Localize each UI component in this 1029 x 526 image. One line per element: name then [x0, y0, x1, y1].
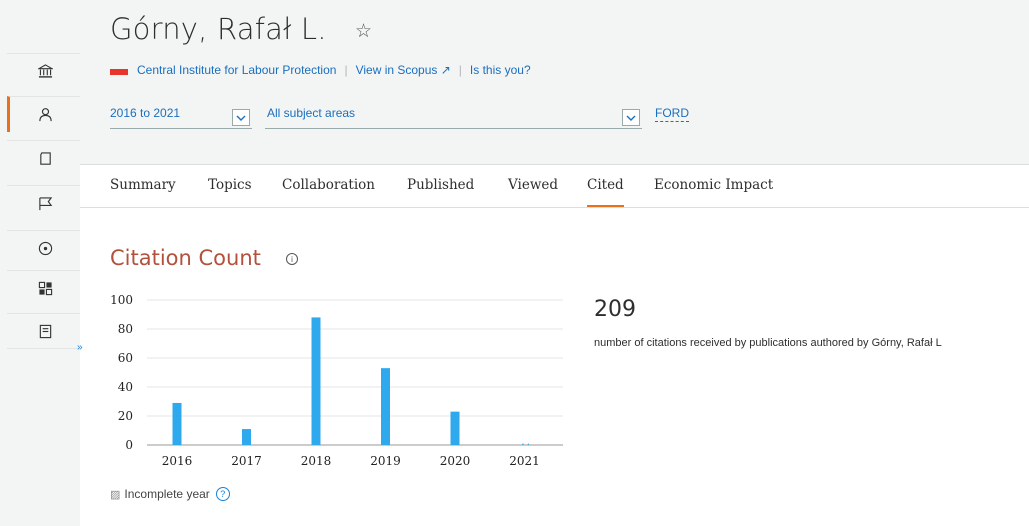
x-tick-label: 2021 [509, 454, 540, 468]
y-tick-label: 80 [118, 322, 133, 336]
year-range-dropdown-button[interactable] [232, 109, 250, 126]
active-tab-indicator [587, 205, 624, 207]
x-tick-label: 2019 [370, 454, 401, 468]
y-tick-label: 0 [125, 438, 133, 452]
tab-economic-impact[interactable]: Economic Impact [654, 177, 773, 193]
x-tick-label: 2017 [231, 454, 262, 468]
help-icon[interactable]: ? [215, 487, 230, 501]
x-tick-label: 2018 [301, 454, 332, 468]
subject-area-select[interactable]: All subject areas [267, 106, 355, 120]
total-citations: 209 [594, 297, 636, 322]
profile-tabs: Summary Topics Collaboration Published V… [80, 165, 1029, 208]
tab-summary[interactable]: Summary [110, 177, 176, 193]
citation-count-chart: 0 20 40 60 80 100 2016 2017 2018 2019 2020 2021 [110, 293, 563, 468]
author-name: Górny, Rafał L. [110, 12, 327, 46]
report-icon [39, 324, 52, 338]
document-icon [40, 152, 51, 165]
dashboard-icon [38, 281, 53, 296]
bar-2018 [311, 317, 321, 445]
is-this-you-link[interactable]: Is this you? [470, 63, 531, 77]
rail-item-institution[interactable] [7, 53, 80, 89]
rail-item-profile[interactable] [7, 96, 80, 132]
tab-published[interactable]: Published [407, 177, 474, 193]
ford-link[interactable]: FORD [655, 106, 689, 122]
tab-viewed[interactable]: Viewed [508, 177, 558, 193]
expand-rail-button[interactable]: » [77, 342, 82, 353]
link-separator: | [344, 63, 348, 77]
star-icon[interactable]: ☆ [355, 20, 372, 43]
person-icon [39, 108, 52, 122]
rail-item-publications[interactable] [7, 140, 80, 176]
info-icon[interactable]: i [286, 253, 298, 265]
flag-icon [39, 197, 53, 211]
tab-cited[interactable]: Cited [587, 177, 624, 193]
year-range-underline [110, 128, 252, 129]
tab-collaboration[interactable]: Collaboration [282, 177, 375, 193]
rail-item-flag[interactable] [7, 185, 80, 221]
view-in-scopus-link[interactable]: View in Scopus ↗ [356, 63, 451, 77]
institution-link[interactable]: Central Institute for Labour Protection [137, 63, 336, 77]
bar-2016 [172, 402, 182, 445]
incomplete-year-label: Incomplete year [124, 487, 210, 501]
chevron-down-icon [626, 115, 636, 121]
y-tick-label: 100 [110, 293, 133, 307]
y-tick-label: 20 [118, 409, 133, 423]
y-tick-label: 60 [118, 351, 133, 365]
link-separator: | [458, 63, 462, 77]
x-tick-label: 2020 [440, 454, 471, 468]
bar-2019 [381, 368, 390, 445]
tab-topics[interactable]: Topics [208, 177, 252, 193]
rail-item-report[interactable] [7, 313, 80, 349]
bar-2021 [520, 443, 529, 445]
total-citations-description: number of citations received by publicat… [594, 337, 942, 349]
year-range-select[interactable]: 2016 to 2021 [110, 106, 180, 120]
target-icon [38, 241, 53, 256]
subject-area-underline [265, 128, 642, 129]
bar-2017 [242, 429, 251, 445]
rail-item-dashboard[interactable] [7, 270, 80, 306]
incomplete-year-legend: ▨ Incomplete year ? [110, 487, 230, 501]
hatch-pattern-icon: ▨ [110, 488, 121, 501]
chevron-down-icon [236, 115, 246, 121]
bar-2020 [450, 411, 460, 445]
double-chevron-right-icon: » [77, 342, 82, 353]
y-tick-label: 40 [118, 380, 133, 394]
author-header: Górny, Rafał L. ☆ Central Institute for … [80, 0, 1029, 165]
institution-flag-icon [110, 69, 128, 75]
author-links: Central Institute for Labour Protection … [137, 63, 531, 77]
x-tick-label: 2016 [162, 454, 193, 468]
rail-item-target[interactable] [7, 230, 80, 266]
institution-icon [38, 64, 53, 78]
subject-area-dropdown-button[interactable] [622, 109, 640, 126]
left-rail [0, 0, 80, 526]
section-title: Citation Count [110, 246, 261, 270]
